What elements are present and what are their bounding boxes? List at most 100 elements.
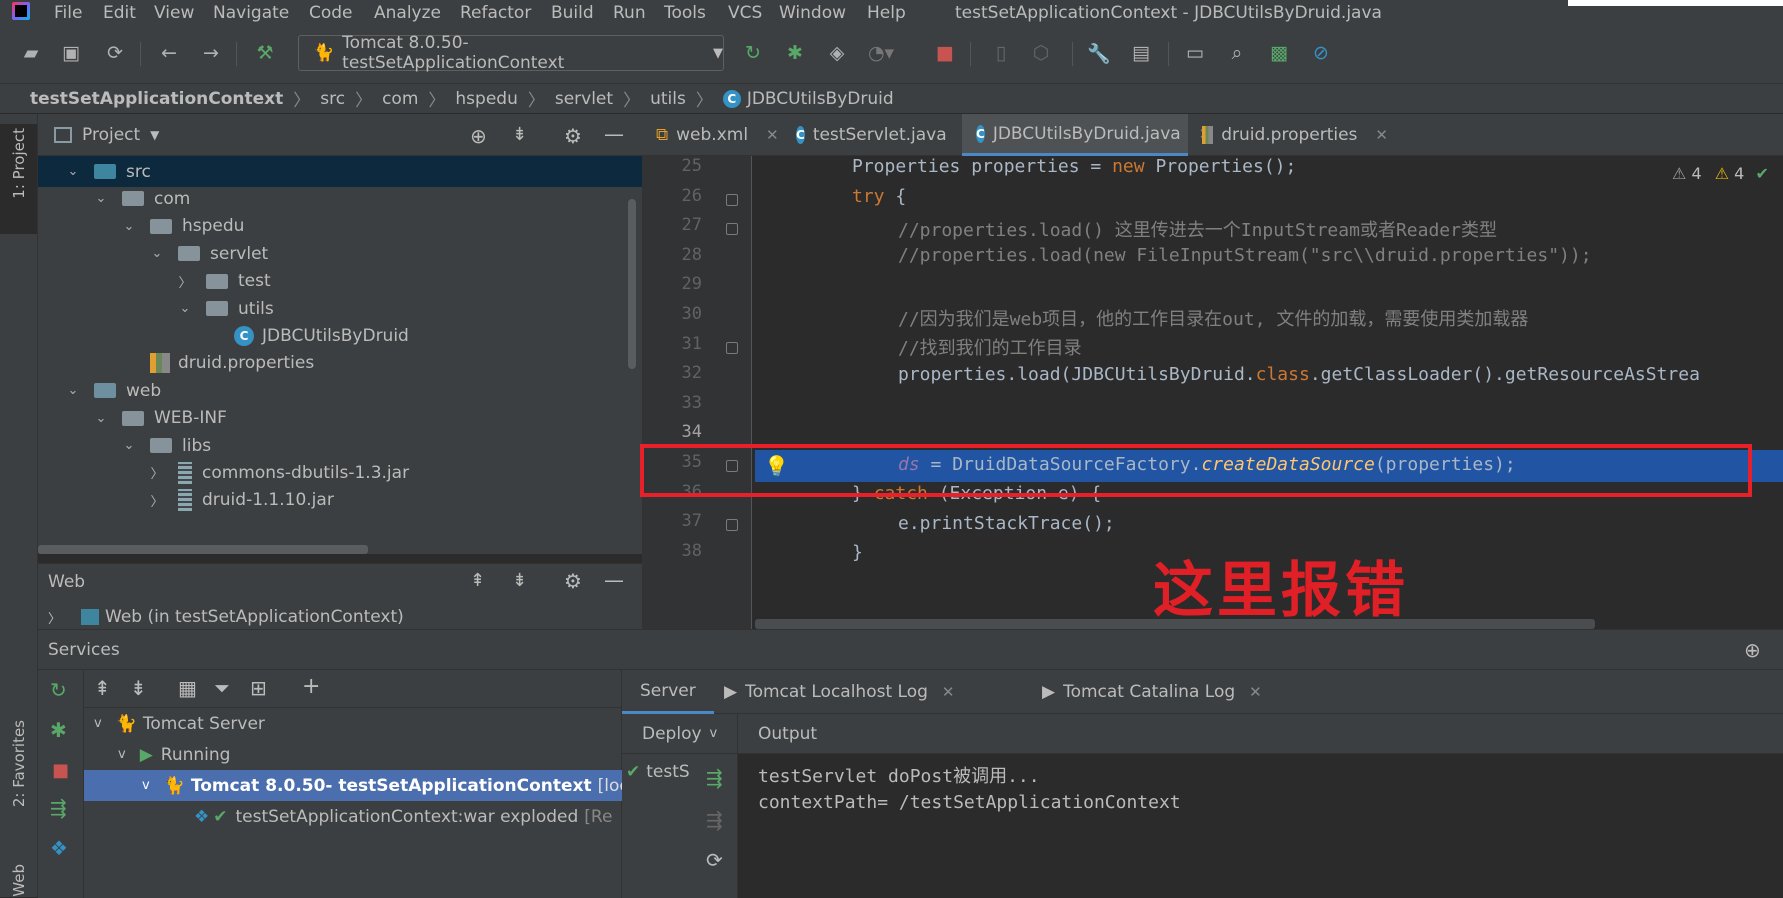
attach-icon[interactable]: ▯: [988, 40, 1014, 66]
chevron-right-icon[interactable]: 〉: [178, 272, 192, 291]
project-view-selector[interactable]: Project: [82, 125, 140, 145]
menu-refactor[interactable]: Refactor: [460, 3, 531, 23]
debug-bug-icon[interactable]: ✱: [782, 40, 808, 66]
chevron-down-icon[interactable]: ⌄: [94, 411, 108, 426]
menu-file[interactable]: File: [54, 3, 82, 23]
service-artifact[interactable]: ❖ ✔ testSetApplicationContext:war explod…: [84, 801, 622, 832]
minimize-icon[interactable]: —: [604, 568, 624, 592]
tab-testservlet[interactable]: C testServlet.java ✕: [782, 114, 977, 156]
deploy-icon[interactable]: ⇶: [50, 796, 67, 820]
open-icon[interactable]: ▰: [18, 40, 44, 66]
project-tree-item[interactable]: ⌄ src: [38, 156, 642, 187]
chevron-down-icon[interactable]: ⌄: [122, 438, 136, 453]
filter-icon[interactable]: ⏷: [214, 676, 230, 700]
stop-icon[interactable]: ■: [932, 40, 958, 66]
breadcrumb-project[interactable]: testSetApplicationContext: [30, 89, 283, 109]
menu-build[interactable]: Build: [551, 3, 594, 23]
project-structure-icon[interactable]: ▤: [1128, 40, 1154, 66]
project-tree-item[interactable]: ⌄ web: [38, 375, 642, 406]
menu-vcs[interactable]: VCS: [728, 3, 762, 23]
forward-icon[interactable]: →: [198, 40, 224, 66]
project-scrollbar[interactable]: [628, 199, 636, 369]
menu-code[interactable]: Code: [309, 3, 353, 23]
fold-marker-icon[interactable]: [726, 341, 738, 354]
fold-marker-icon[interactable]: [726, 223, 738, 236]
deployment-item[interactable]: ✔ testS: [626, 762, 690, 782]
project-tree-item[interactable]: ⌄ utils: [38, 293, 642, 324]
close-icon[interactable]: ✕: [942, 683, 955, 701]
no-power-save-icon[interactable]: ⊘: [1308, 40, 1334, 66]
breadcrumb-src[interactable]: src: [320, 89, 345, 109]
menu-window[interactable]: Window: [779, 3, 846, 23]
project-tree-item[interactable]: ⌄ com: [38, 183, 642, 214]
web-tree-item[interactable]: 〉 Web (in testSetApplicationContext): [38, 602, 642, 632]
service-running-group[interactable]: v ▶ Running: [84, 739, 622, 770]
close-icon[interactable]: ✕: [766, 126, 779, 144]
tab-jdbcutilsbydruid[interactable]: C JDBCUtilsByDruid.java ✕: [962, 114, 1211, 156]
menu-run[interactable]: Run: [613, 3, 646, 23]
chevron-down-icon[interactable]: ⌄: [178, 301, 192, 316]
group-icon[interactable]: ▦: [178, 676, 197, 700]
debug-bug-icon[interactable]: ✱: [50, 718, 67, 742]
project-tree-item[interactable]: ⌄ libs: [38, 430, 642, 461]
tab-web-xml[interactable]: ⧉ web.xml ✕: [642, 114, 782, 156]
project-tree-item[interactable]: ⌄ servlet: [38, 238, 642, 269]
project-tool-button[interactable]: 1: Project: [10, 128, 28, 199]
service-tomcat-server[interactable]: v 🐈 Tomcat Server: [84, 708, 622, 739]
diamond-icon[interactable]: ❖: [50, 836, 68, 860]
chevron-down-icon[interactable]: ⌄: [66, 164, 80, 179]
web-tool-button[interactable]: Web: [10, 864, 28, 897]
breadcrumb-servlet[interactable]: servlet: [555, 89, 613, 109]
menu-navigate[interactable]: Navigate: [213, 3, 289, 23]
collapse-all-icon[interactable]: ⇟: [130, 676, 147, 700]
undeploy-icon[interactable]: ⇶: [706, 808, 723, 832]
inspection-widget[interactable]: ⚠ 4 ⚠ 4 ✔: [1672, 164, 1769, 183]
rerun-icon[interactable]: ↻: [50, 678, 67, 702]
settings-wrench-icon[interactable]: 🔧: [1086, 40, 1112, 66]
project-tree-item[interactable]: ⌄ WEB-INF: [38, 403, 642, 434]
deploy-icon[interactable]: ⇶: [706, 766, 723, 790]
tab-server[interactable]: Server: [622, 670, 714, 714]
close-icon[interactable]: ✕: [1375, 126, 1388, 144]
minimize-icon[interactable]: —: [604, 122, 624, 146]
monitor-icon[interactable]: ▩: [1266, 40, 1292, 66]
tab-druid-properties[interactable]: druid.properties ✕: [1188, 114, 1388, 156]
gear-icon[interactable]: ⚙: [564, 569, 582, 593]
chevron-down-icon[interactable]: ⌄: [66, 383, 80, 398]
gear-icon[interactable]: ⚙: [564, 124, 582, 148]
breadcrumb-utils[interactable]: utils: [650, 89, 686, 109]
expand-all-icon[interactable]: ⇞: [470, 570, 485, 591]
add-icon[interactable]: +: [302, 674, 320, 699]
collapse-all-icon[interactable]: ⇟: [512, 124, 527, 145]
close-icon[interactable]: ✕: [1249, 683, 1262, 701]
project-tree-item[interactable]: ⌄ hspedu: [38, 211, 642, 242]
back-icon[interactable]: ←: [156, 40, 182, 66]
menu-help[interactable]: Help: [867, 3, 906, 23]
deploy-icon[interactable]: ⬡: [1028, 40, 1054, 66]
rerun-icon[interactable]: ↻: [740, 40, 766, 66]
profile-icon[interactable]: ◔▾: [868, 40, 894, 66]
build-hammer-icon[interactable]: ⚒: [252, 40, 278, 66]
breadcrumb-hspedu[interactable]: hspedu: [455, 89, 517, 109]
chevron-right-icon[interactable]: 〉: [150, 463, 164, 482]
fold-marker-icon[interactable]: [726, 519, 738, 532]
project-tree-item[interactable]: C JDBCUtilsByDruid: [38, 320, 642, 351]
sync-icon[interactable]: ⟳: [102, 40, 128, 66]
project-tree-item[interactable]: druid.properties: [38, 348, 642, 379]
collapse-all-icon[interactable]: ⇟: [512, 570, 527, 591]
menu-view[interactable]: View: [154, 3, 194, 23]
chevron-down-icon[interactable]: ⌄: [122, 219, 136, 234]
tab-catalina-log[interactable]: ▶ Tomcat Catalina Log ✕: [1042, 670, 1262, 714]
save-icon[interactable]: ▣: [58, 40, 84, 66]
menu-tools[interactable]: Tools: [664, 3, 706, 23]
new-tab-icon[interactable]: ⊞: [250, 676, 267, 700]
expand-all-icon[interactable]: ⇞: [94, 676, 111, 700]
favorites-tool-button[interactable]: 2: Favorites: [10, 720, 28, 807]
breadcrumb-class[interactable]: JDBCUtilsByDruid: [747, 89, 894, 109]
service-tomcat-instance[interactable]: v 🐈 Tomcat 8.0.50- testSetApplicationCon…: [84, 770, 622, 801]
chevron-down-icon[interactable]: ⌄: [94, 191, 108, 206]
menu-analyze[interactable]: Analyze: [374, 3, 441, 23]
refresh-icon[interactable]: ⟳: [706, 848, 723, 872]
locate-icon[interactable]: ⊕: [470, 124, 487, 148]
chevron-down-icon[interactable]: ⌄: [150, 246, 164, 261]
